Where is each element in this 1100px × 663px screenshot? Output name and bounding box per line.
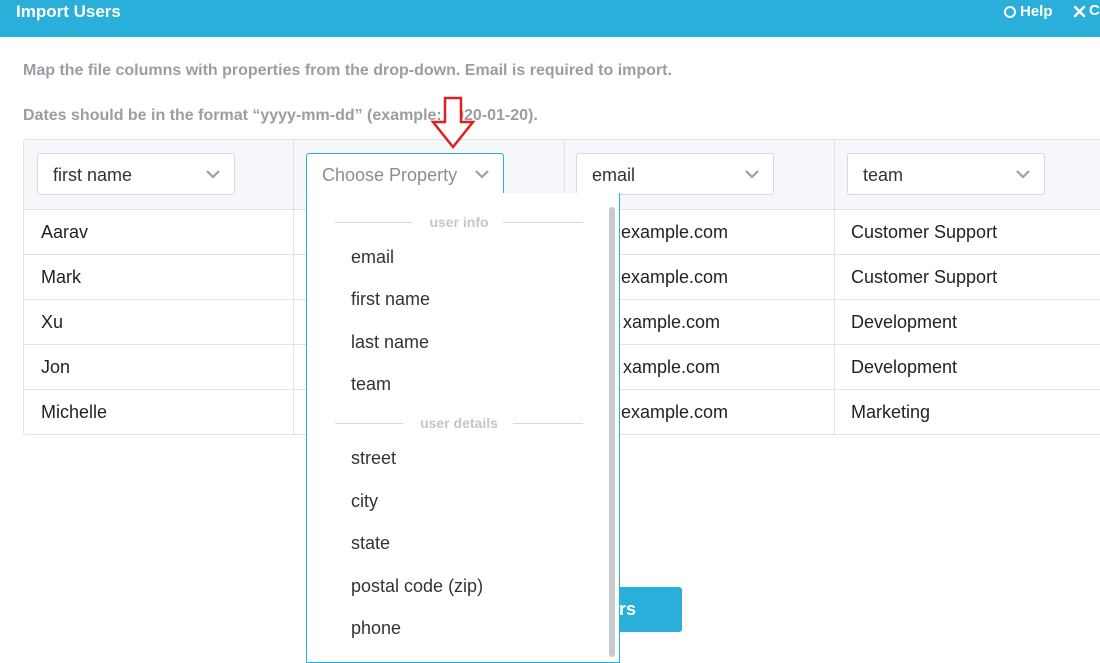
- cell-team: Development: [851, 357, 958, 377]
- cell-email: xample.com: [623, 357, 721, 377]
- cell-team: Customer Support: [851, 222, 998, 242]
- menu-item-team[interactable]: team: [351, 374, 391, 395]
- selected-property: Choose Property: [322, 165, 458, 185]
- close-button[interactable]: C: [1073, 3, 1100, 19]
- cell-first-name: Michelle: [41, 402, 108, 422]
- cell-email: example.com: [621, 267, 729, 287]
- cell-first-name: Mark: [41, 267, 81, 287]
- close-icon: [1073, 5, 1086, 17]
- menu-item-last-name[interactable]: last name: [351, 332, 429, 353]
- close-label: C: [1089, 2, 1100, 19]
- chevron-down-icon: [1016, 170, 1030, 179]
- annotation-arrow-icon: [430, 96, 476, 150]
- column-3-property-select[interactable]: email: [576, 153, 774, 195]
- menu-item-postal-code[interactable]: postal code (zip): [351, 576, 483, 597]
- property-dropdown-menu[interactable]: user info email first name last name tea…: [306, 193, 620, 663]
- cell-team: Development: [851, 312, 958, 332]
- chevron-down-icon: [745, 170, 759, 179]
- selected-property: team: [863, 165, 904, 185]
- lifebuoy-icon: [1004, 6, 1016, 18]
- column-1-property-select[interactable]: first name: [37, 153, 235, 195]
- import-button-label: rs: [618, 599, 636, 619]
- column-2-property-select[interactable]: Choose Property: [306, 153, 504, 195]
- menu-item-first-name[interactable]: first name: [351, 289, 430, 310]
- help-label: Help: [1020, 3, 1053, 20]
- cell-email: example.com: [621, 402, 729, 422]
- selected-property: first name: [53, 165, 133, 185]
- menu-item-city[interactable]: city: [351, 491, 378, 512]
- cell-first-name: Xu: [41, 312, 64, 332]
- window-title: Import Users: [16, 2, 121, 21]
- help-button[interactable]: Help: [1004, 4, 1053, 20]
- chevron-down-icon: [206, 170, 220, 179]
- cell-first-name: Jon: [41, 357, 71, 377]
- chevron-down-icon: [475, 170, 489, 179]
- cell-team: Customer Support: [851, 267, 998, 287]
- selected-property: email: [592, 165, 636, 185]
- group-header-user-info: user info: [335, 215, 583, 229]
- menu-item-email[interactable]: email: [351, 247, 394, 268]
- cell-email: xample.com: [623, 312, 721, 332]
- menu-item-state[interactable]: state: [351, 533, 390, 554]
- dropdown-scrollbar[interactable]: [609, 207, 615, 657]
- cell-team: Marketing: [851, 402, 931, 422]
- column-4-property-select[interactable]: team: [847, 153, 1045, 195]
- cell-first-name: Aarav: [41, 222, 89, 242]
- instruction-text: Map the file columns with properties fro…: [23, 62, 672, 79]
- menu-item-phone[interactable]: phone: [351, 618, 401, 639]
- title-bar: Import Users Help C: [0, 0, 1100, 37]
- group-header-user-details: user details: [335, 416, 583, 430]
- cell-email: example.com: [621, 222, 729, 242]
- menu-item-street[interactable]: street: [351, 448, 396, 469]
